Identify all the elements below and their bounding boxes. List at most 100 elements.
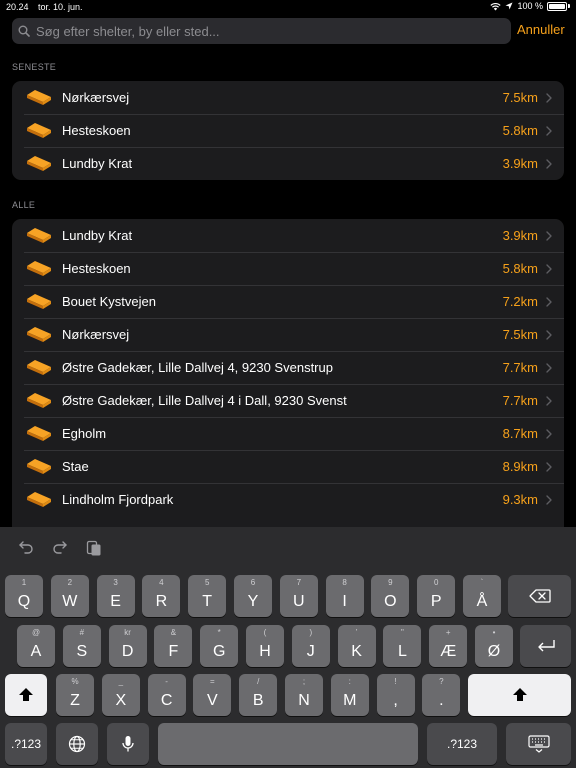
list-item[interactable]: Stae 8.9km — [12, 450, 564, 483]
key-5-row2[interactable]: (H — [246, 625, 284, 667]
key-0-row2[interactable]: @ A — [17, 625, 55, 667]
key-8-row3[interactable]: ?. — [422, 674, 461, 716]
search-input[interactable] — [36, 23, 476, 39]
key-5-row1[interactable]: 6Y — [234, 575, 272, 617]
key-6-row2[interactable]: ) J — [291, 625, 330, 667]
undo-icon[interactable] — [18, 539, 34, 555]
key-5-row3[interactable]: ; N — [285, 674, 323, 716]
key-2-row3[interactable]: -C — [147, 674, 186, 716]
search-field[interactable] — [12, 18, 511, 44]
list-item[interactable]: Lundby Krat 3.9km — [12, 219, 564, 252]
list-item[interactable]: Østre Gadekær, Lille Dallvej 4 i Dall, 9… — [12, 384, 564, 417]
key-1-row3[interactable]: _ X — [101, 674, 140, 716]
dictation-key[interactable] — [107, 723, 149, 765]
key-7-row2[interactable]: ’ K — [337, 625, 376, 667]
key-10-row1[interactable]: ` Å — [463, 575, 501, 617]
key-alt-label: : — [348, 677, 351, 686]
status-date: tor. 10. jun. — [38, 2, 83, 12]
key-alt-label: - — [165, 677, 168, 686]
location-arrow-icon — [505, 2, 513, 10]
key-label: C — [160, 692, 173, 709]
key-8-row2[interactable]: " L — [383, 625, 422, 667]
key-alt-label: ; — [302, 677, 306, 686]
list-item[interactable]: Hesteskoen 5.8km — [12, 252, 564, 285]
key-label: Z — [70, 692, 80, 709]
key-alt-label: ? — [439, 677, 444, 686]
key-4-row2[interactable]: * G — [200, 625, 239, 667]
chevron-right-icon — [546, 363, 552, 373]
key-alt-label: # — [79, 628, 85, 637]
key-6-row3[interactable]: :M — [330, 674, 369, 716]
key-label: W — [62, 593, 78, 610]
redo-icon[interactable] — [52, 539, 68, 555]
shelter-distance: 8.9km — [502, 459, 538, 474]
key-label: Å — [476, 593, 488, 610]
key-label: L — [397, 643, 407, 660]
key-1-row2[interactable]: # S — [62, 625, 101, 667]
numbers-key-right[interactable]: .?123 — [427, 723, 497, 765]
dismiss-keyboard-key[interactable] — [506, 723, 571, 765]
shelter-icon — [27, 228, 51, 243]
key-3-row1[interactable]: 4R — [142, 575, 181, 617]
chevron-right-icon — [546, 297, 552, 307]
key-alt-label: 5 — [204, 578, 210, 587]
shelter-distance: 3.9km — [502, 228, 538, 243]
shelter-icon — [27, 459, 51, 474]
key-alt-label: _ — [118, 677, 124, 686]
key-3-row3[interactable]: = V — [193, 674, 232, 716]
paste-icon[interactable] — [86, 539, 102, 557]
shelter-name: Lindholm Fjordpark — [62, 492, 174, 507]
key-0-row3[interactable]: % Z — [56, 674, 94, 716]
numbers-key-left[interactable]: .?123 — [5, 723, 47, 765]
key-2-row2[interactable]: kr D — [108, 625, 147, 667]
backspace-key[interactable] — [508, 575, 571, 617]
wifi-icon — [490, 2, 502, 10]
chevron-right-icon — [546, 264, 552, 274]
key-alt-label: / — [257, 677, 260, 686]
key-0-row1[interactable]: 1Q — [5, 575, 43, 617]
shift-left-key[interactable] — [5, 674, 47, 716]
key-10-row2[interactable]: • Ø — [475, 625, 513, 667]
key-alt-label: + — [445, 628, 451, 637]
chevron-right-icon — [546, 126, 552, 136]
key-3-row2[interactable]: & F — [154, 625, 193, 667]
key-4-row1[interactable]: 5T — [188, 575, 227, 617]
shelter-name: Egholm — [62, 426, 107, 441]
shelter-distance: 5.8km — [502, 123, 538, 138]
globe-key[interactable] — [56, 723, 98, 765]
shelter-distance: 7.7km — [502, 360, 538, 375]
shelter-icon — [27, 393, 51, 408]
key-9-row1[interactable]: 0P — [417, 575, 456, 617]
key-7-row1[interactable]: 8I — [325, 575, 364, 617]
recent-list: Nørkærsvej 7.5km Hesteskoen 5.8km Lundby Kra… — [12, 81, 564, 180]
list-item[interactable]: Lindholm Fjordpark 9.3km — [12, 483, 564, 516]
list-item[interactable]: Nørkærsvej 7.5km — [12, 318, 564, 351]
shelter-name: Lundby Krat — [62, 156, 133, 171]
key-alt-label: & — [170, 628, 177, 637]
key-2-row1[interactable]: 3E — [96, 575, 135, 617]
key-4-row3[interactable]: / B — [239, 674, 278, 716]
list-item[interactable]: Østre Gadekær, Lille Dallvej 4, 9230 Sve… — [12, 351, 564, 384]
key-6-row1[interactable]: 7U — [279, 575, 318, 617]
return-icon — [537, 640, 555, 652]
battery-icon — [547, 1, 567, 11]
shelter-icon — [27, 123, 51, 138]
list-item[interactable]: Bouet Kystvejen 7.2km — [12, 285, 564, 318]
key-9-row2[interactable]: + Æ — [429, 625, 468, 667]
return-key[interactable] — [520, 625, 571, 667]
key-alt-label: kr — [124, 628, 131, 637]
cancel-button[interactable]: Annuller — [517, 22, 565, 37]
key-8-row1[interactable]: 9O — [371, 575, 410, 617]
list-item[interactable]: Hesteskoen 5.8km — [12, 114, 564, 147]
shift-right-key[interactable] — [468, 674, 571, 716]
key-7-row3[interactable]: !, — [376, 674, 415, 716]
chevron-right-icon — [546, 462, 552, 472]
list-item[interactable]: Lundby Krat 3.9km — [12, 147, 564, 180]
list-item[interactable]: Nørkærsvej 7.5km — [12, 81, 564, 114]
key-1-row1[interactable]: 2W — [50, 575, 89, 617]
list-item[interactable]: Egholm 8.7km — [12, 417, 564, 450]
key-alt-label: 8 — [342, 578, 347, 587]
key-alt-label: 7 — [296, 578, 302, 587]
space-key[interactable] — [158, 723, 418, 765]
key-label: U — [293, 593, 305, 610]
